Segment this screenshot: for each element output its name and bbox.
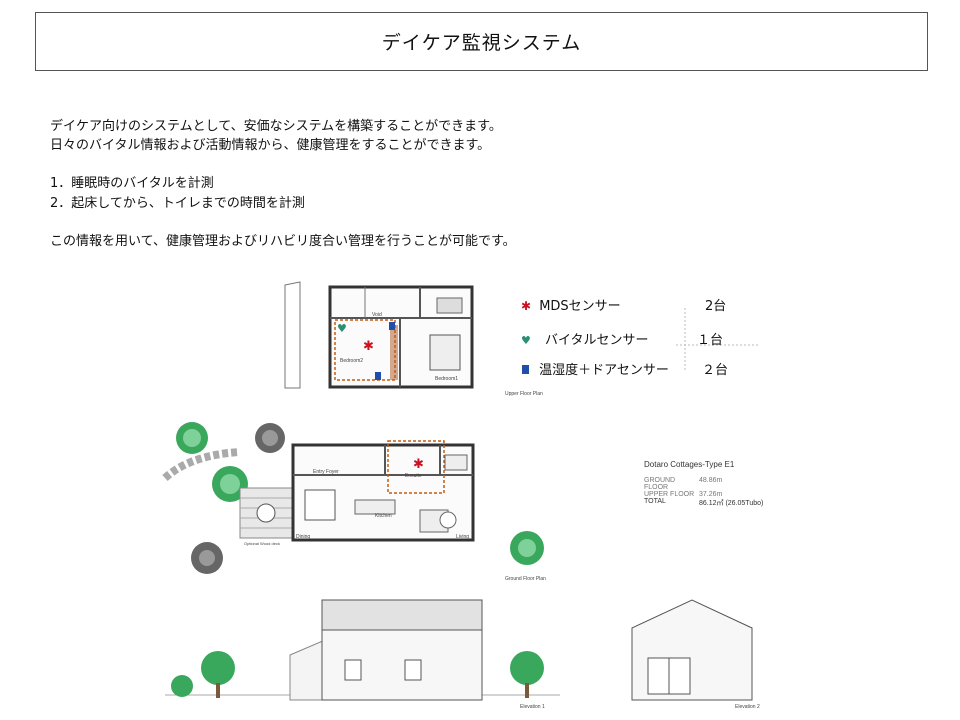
label-void: Void — [372, 312, 382, 318]
elevation2-caption: Elevation 2 — [735, 704, 760, 710]
stats-key: TOTAL — [644, 498, 666, 505]
label-kitchen: Kitchen — [375, 513, 392, 519]
stats-heading: Dotaro Cottages-Type E1 — [644, 460, 735, 469]
legend-count: 2台 — [705, 299, 727, 314]
elevation1-caption: Elevation 1 — [520, 704, 545, 710]
temp-door-sensor-icon — [389, 322, 395, 330]
stats-row: GROUND FLOOR 48.86m — [644, 477, 763, 491]
upper-floor-plan: Bedroom2 Bedroom1 Void Upper Floor Plan — [284, 281, 543, 397]
legend-count: １台 — [697, 333, 724, 348]
mds-sensor-icon: ✱ — [521, 299, 532, 313]
label-bedroom2: Bedroom2 — [340, 358, 363, 364]
label-dining: Dining — [296, 534, 310, 540]
stats-value: 86.12㎡ (26.05Tubo) — [699, 500, 764, 507]
temp-door-sensor-icon — [375, 372, 381, 380]
stats-key: GROUND FLOOR — [644, 477, 676, 491]
legend-count: ２台 — [702, 363, 729, 378]
vital-sensor-icon: ♥ — [337, 322, 347, 335]
upper-plan-caption: Upper Floor Plan — [505, 391, 543, 397]
ground-plan-caption: Ground Floor Plan — [505, 576, 546, 582]
stats-key: UPPER FLOOR — [644, 491, 695, 498]
label-deck: Optional Wood deck — [244, 541, 280, 546]
cottage-stats: Dotaro Cottages-Type E1 GROUND FLOOR 48.… — [644, 460, 763, 508]
legend-label: バイタルセンサー — [545, 333, 649, 348]
legend-row-temp-door: 温湿度＋ドアセンサー ２台 — [522, 359, 728, 378]
stats-value: 48.86m — [699, 477, 723, 484]
stats-row: TOTAL 86.12㎡ (26.05Tubo) — [644, 498, 763, 508]
legend-row-mds: ✱ MDSセンサー 2台 — [521, 295, 726, 314]
legend-row-vital: ♥ バイタルセンサー １台 — [521, 329, 723, 348]
vital-sensor-icon: ♥ — [521, 334, 531, 347]
temp-door-sensor-icon — [522, 365, 529, 374]
label-entry: Entry Foyer — [313, 469, 339, 475]
elevation-1: Elevation 1 — [165, 599, 560, 710]
floor-plan-drawing: Bedroom2 Bedroom1 Void Upper Floor Plan … — [162, 281, 760, 710]
mds-sensor-icon: ✱ — [413, 457, 424, 472]
label-bedroom1: Bedroom1 — [435, 376, 458, 382]
mds-sensor-icon: ✱ — [363, 339, 374, 354]
legend-label: 温湿度＋ドアセンサー — [539, 363, 669, 378]
elevation-2: Elevation 2 — [631, 599, 760, 710]
stats-row: UPPER FLOOR 37.26m — [644, 491, 763, 498]
stats-value: 37.26m — [699, 491, 723, 498]
legend-label: MDSセンサー — [539, 299, 621, 314]
label-living: Living — [456, 534, 469, 540]
label-ensuite: Ensuite — [405, 473, 422, 479]
ground-floor-plan: Optional Wood deck Entry Foyer Ensuite K… — [239, 440, 546, 582]
